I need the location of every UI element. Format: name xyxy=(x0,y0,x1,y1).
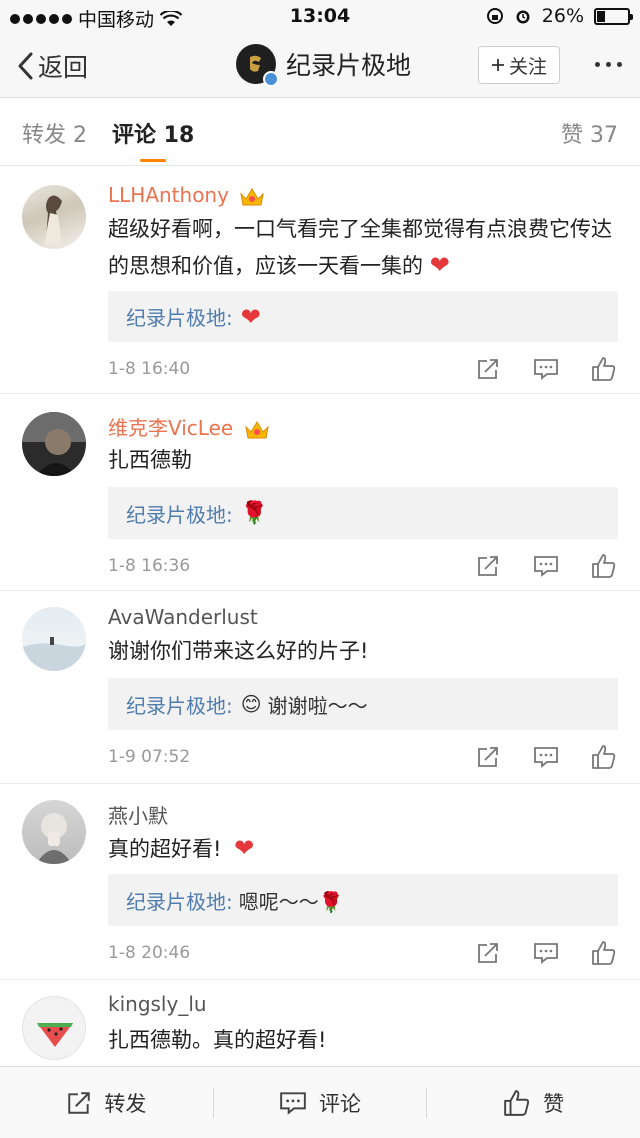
commenter-name[interactable]: 维克李VicLee xyxy=(108,412,270,441)
comment-timestamp: 1-9 07:52 xyxy=(108,747,191,767)
comment-icon xyxy=(280,1091,306,1115)
back-chevron-icon xyxy=(18,52,33,80)
like-icon[interactable] xyxy=(590,552,618,580)
share-icon[interactable] xyxy=(474,939,502,967)
comment-actions xyxy=(474,552,618,580)
comment-text: 真的超好看! ❤ xyxy=(108,830,620,867)
alarm-icon xyxy=(516,10,530,24)
comment-timestamp: 1-8 16:36 xyxy=(108,556,191,576)
battery-icon xyxy=(594,7,633,25)
comment-text: 扎西德勒。真的超好看! xyxy=(108,1028,327,1052)
nav-bar: 返回 纪录片极地 关注 xyxy=(0,34,640,98)
rotation-lock-icon xyxy=(486,8,503,24)
follow-button[interactable]: 关注 xyxy=(478,46,560,84)
avatar[interactable] xyxy=(22,607,86,671)
comment-label: 评论 xyxy=(319,1091,361,1116)
reply-author[interactable]: 纪录片极地: xyxy=(126,499,233,528)
comment-actions xyxy=(474,355,618,383)
commenter-name-text: 维克李VicLee xyxy=(108,416,234,440)
back-button[interactable]: 返回 xyxy=(16,48,88,84)
comment-timestamp: 1-8 16:40 xyxy=(108,359,191,379)
heart-emoji: ❤ xyxy=(240,302,261,331)
avatar[interactable] xyxy=(22,800,86,864)
reply-text: 嗯呢～～🌹 xyxy=(238,889,344,914)
like-icon[interactable] xyxy=(590,355,618,383)
account-avatar xyxy=(236,44,279,87)
comment-text: 谢谢你们带来这么好的片子! xyxy=(108,639,369,663)
bottom-toolbar: 转发 评论 赞 xyxy=(0,1066,640,1138)
crown-icon xyxy=(244,420,269,438)
heart-emoji: ❤ xyxy=(429,251,450,279)
account-header[interactable]: 纪录片极地 xyxy=(236,44,412,87)
status-bar: 中国移动 13:04 26% xyxy=(0,0,640,34)
comment-icon[interactable] xyxy=(532,355,560,383)
comment-text: 扎西德勒 xyxy=(108,448,192,472)
avatar[interactable] xyxy=(22,412,86,476)
comment-icon[interactable] xyxy=(532,939,560,967)
comment-text-body: 真的超好看! xyxy=(108,837,222,861)
plus-icon xyxy=(491,59,504,71)
comment-item: 燕小默 真的超好看! ❤ 纪录片极地: 嗯呢～～🌹 1-8 20:46 xyxy=(0,784,640,980)
comment-item: 维克李VicLee 扎西德勒 纪录片极地: 🌹 1-8 16:36 xyxy=(0,394,640,591)
commenter-name[interactable]: kingsly_lu xyxy=(108,992,207,1016)
reply-text: 谢谢啦～～ xyxy=(267,693,368,718)
follow-label: 关注 xyxy=(508,55,547,78)
avatar[interactable] xyxy=(22,185,86,249)
reply-box[interactable]: 纪录片极地: ❤ xyxy=(108,291,618,342)
tab-reposts[interactable]: 转发 2 xyxy=(22,117,87,149)
repost-label: 转发 xyxy=(104,1091,147,1116)
comment-item: LLHAnthony 超级好看啊，一口气看完了全集都觉得有点浪费它传达的思想和价… xyxy=(0,167,640,394)
reply-author[interactable]: 纪录片极地: xyxy=(126,302,233,331)
battery-percent: 26% xyxy=(541,5,584,27)
comment-item: AvaWanderlust 谢谢你们带来这么好的片子! 纪录片极地: 😊 谢谢啦… xyxy=(0,591,640,784)
reply-author[interactable]: 纪录片极地: xyxy=(126,690,233,719)
commenter-name-text: LLHAnthony xyxy=(108,183,229,207)
tab-comments[interactable]: 评论 18 xyxy=(112,117,194,149)
verified-icon xyxy=(263,71,279,87)
more-icon[interactable] xyxy=(586,52,630,76)
smile-emoji: 😊 xyxy=(240,692,262,716)
comment-actions xyxy=(474,939,618,967)
comment-icon[interactable] xyxy=(532,743,560,771)
comment-text-body: 超级好看啊，一口气看完了全集都觉得有点浪费它传达的思想和价值，应该一天看一集的 xyxy=(108,217,612,278)
status-right: 26% xyxy=(486,5,633,27)
share-icon[interactable] xyxy=(474,743,502,771)
logo-icon xyxy=(250,55,261,72)
commenter-name[interactable]: 燕小默 xyxy=(108,800,168,829)
comment-text: 超级好看啊，一口气看完了全集都觉得有点浪费它传达的思想和价值，应该一天看一集的 … xyxy=(108,211,620,284)
like-icon[interactable] xyxy=(590,939,618,967)
commenter-name[interactable]: LLHAnthony xyxy=(108,183,265,208)
tab-likes[interactable]: 赞 37 xyxy=(561,117,618,149)
back-label: 返回 xyxy=(38,53,89,82)
comment-icon[interactable] xyxy=(532,552,560,580)
comment-actions xyxy=(474,743,618,771)
reply-box[interactable]: 纪录片极地: 嗯呢～～🌹 xyxy=(108,874,618,926)
reply-author[interactable]: 纪录片极地: xyxy=(126,886,233,915)
like-icon[interactable] xyxy=(590,743,618,771)
share-icon xyxy=(68,1091,91,1114)
reply-box[interactable]: 纪录片极地: 🌹 xyxy=(108,487,618,539)
like-icon xyxy=(504,1089,530,1116)
share-icon[interactable] xyxy=(474,355,502,383)
commenter-name[interactable]: AvaWanderlust xyxy=(108,605,258,629)
crown-icon xyxy=(240,187,265,205)
comment-button[interactable]: 评论 xyxy=(214,1088,427,1118)
comment-timestamp: 1-8 20:46 xyxy=(108,943,191,963)
avatar[interactable] xyxy=(22,996,86,1060)
like-label: 赞 xyxy=(543,1091,565,1116)
share-icon[interactable] xyxy=(474,552,502,580)
active-tab-indicator xyxy=(140,159,166,162)
comment-item: kingsly_lu 扎西德勒。真的超好看! xyxy=(0,980,640,1066)
tab-bar: 转发 2 评论 18 赞 37 xyxy=(0,99,640,166)
rose-emoji: 🌹 xyxy=(240,500,269,526)
reply-box[interactable]: 纪录片极地: 😊 谢谢啦～～ xyxy=(108,678,618,730)
heart-emoji: ❤ xyxy=(234,834,255,862)
repost-button[interactable]: 转发 xyxy=(0,1088,213,1118)
page-title: 纪录片极地 xyxy=(286,51,412,80)
like-button[interactable]: 赞 xyxy=(427,1088,640,1118)
